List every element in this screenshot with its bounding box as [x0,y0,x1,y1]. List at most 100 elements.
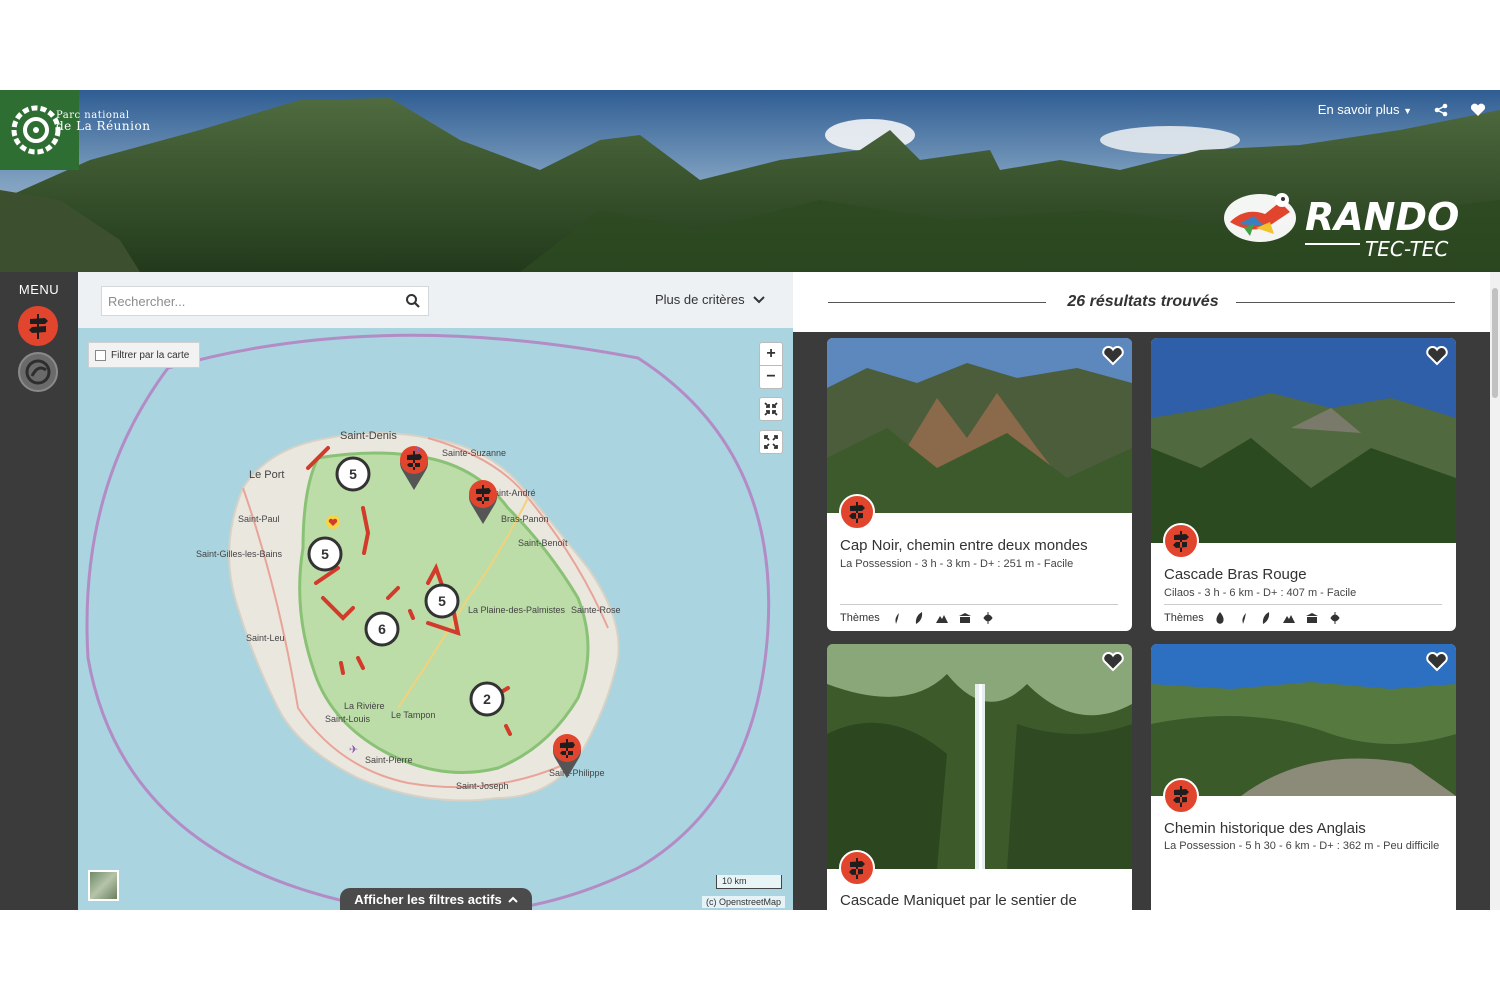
menu-label[interactable]: MENU [0,282,78,297]
header-banner: Parc national de La Réunion En savoir pl… [0,90,1500,272]
search-input[interactable] [101,286,429,316]
chevron-up-icon [507,896,518,903]
map-attribution[interactable]: (c) OpenstreetMap [702,896,786,908]
heart-icon[interactable] [1426,652,1448,672]
place-label: Sainte-Suzanne [442,448,506,458]
heart-icon[interactable] [1102,346,1124,366]
cluster-marker[interactable]: 5 [307,536,343,572]
fauna-icon [1330,612,1340,624]
fit-bounds-button[interactable] [759,397,783,421]
flora-icon [895,613,899,624]
card-themes: Thèmes [1164,611,1342,625]
heart-icon[interactable] [1102,652,1124,672]
place-label: Saint-Philippe [549,768,605,778]
cluster-count: 5 [321,546,329,562]
card-photo [1151,644,1456,796]
more-criteria-dropdown[interactable]: Plus de critères [655,292,765,307]
more-criteria-label: Plus de critères [655,292,745,307]
themes-label: Thèmes [840,612,880,624]
zoom-in-button[interactable]: + [759,342,783,366]
result-card[interactable]: Cascade Bras Rouge Cilaos - 3 h - 6 km -… [1151,338,1456,631]
place-label: Bras-Panon [501,514,549,524]
airport-icon: ✈ [413,445,422,457]
share-icon[interactable] [1434,103,1448,117]
result-card[interactable]: Cascade Maniquet par le sentier de [827,644,1132,910]
card-photo [1151,338,1456,543]
place-label: Saint-Leu [246,633,285,643]
themes-label: Thèmes [1164,612,1204,624]
top-links: En savoir plus ▼ [1318,102,1486,117]
active-filters-toggle[interactable]: Afficher les filtres actifs [340,888,532,910]
expand-arrows-icon [764,435,778,449]
search-icon[interactable] [405,293,421,309]
place-label: Saint-Paul [238,514,280,524]
place-label: Saint-Benoît [518,538,568,548]
card-meta: Cilaos - 3 h - 6 km - D+ : 407 m - Facil… [1164,587,1357,599]
signpost-icon [1173,531,1189,552]
park-name: Parc national de La Réunion [56,110,150,132]
heart-icon[interactable] [1426,346,1448,366]
outdoor-icon[interactable] [18,352,58,392]
card-title[interactable]: Cascade Maniquet par le sentier de [840,892,1077,909]
filter-by-map-label: Filtrer par la carte [111,349,190,361]
result-card[interactable]: Chemin historique des Anglais La Possess… [1151,644,1456,910]
heart-icon[interactable] [1470,103,1486,117]
cluster-marker[interactable]: 6 [364,611,400,647]
cluster-count: 5 [438,593,446,609]
rando-tec-tec-logo[interactable]: RANDO TEC-TEC [1220,182,1495,262]
rando-icon [1163,523,1199,559]
learn-more-label: En savoir plus [1317,102,1400,117]
place-label: Saint-Denis [340,430,397,442]
cluster-marker[interactable]: 5 [424,583,460,619]
place-label: Le Port [249,469,284,481]
card-meta: La Possession - 5 h 30 - 6 km - D+ : 362… [1164,840,1440,852]
park-name-line2: de La Réunion [56,119,151,133]
place-label: Le Tampon [391,710,435,720]
water-drop-icon [1216,612,1224,624]
signpost-icon [849,502,865,523]
card-meta: La Possession - 3 h - 3 km - D+ : 251 m … [840,558,1074,570]
caret-down-icon: ▼ [1403,106,1412,116]
zoom-out-button[interactable]: − [759,365,783,389]
cluster-count: 6 [378,621,386,637]
place-label: Saint-Pierre [365,755,413,765]
scrollbar-thumb[interactable] [1492,288,1498,398]
active-filters-label: Afficher les filtres actifs [354,891,502,907]
card-photo [827,338,1132,513]
place-label: Saint-Gilles-les-Bains [196,549,283,559]
checkbox-icon[interactable] [95,349,106,361]
place-label: Saint-Louis [325,714,371,724]
result-card[interactable]: Cap Noir, chemin entre deux mondes La Po… [827,338,1132,631]
card-title[interactable]: Chemin historique des Anglais [1164,820,1366,837]
place-label: Saint-Joseph [456,781,509,791]
divider [1164,604,1442,605]
chevron-down-icon [752,295,765,303]
cluster-marker[interactable]: 2 [469,681,505,717]
learn-more-dropdown[interactable]: En savoir plus ▼ [1318,102,1412,117]
card-title[interactable]: Cap Noir, chemin entre deux mondes [840,537,1088,554]
fullscreen-button[interactable] [759,430,783,454]
airport-icon: ✈ [349,744,358,756]
results-panel: 26 résultats trouvés Cap Noir, chemin en… [793,272,1500,910]
rando-icon [839,494,875,530]
leaf-icon [1262,612,1269,624]
leaf-icon [915,612,922,624]
scale-bar: 10 km [716,875,782,889]
outdoor-activity-icon [25,359,51,385]
mountain-icon [1282,615,1295,623]
card-title[interactable]: Cascade Bras Rouge [1164,566,1307,583]
signpost-icon [849,858,865,879]
filter-by-map-checkbox[interactable]: Filtrer par la carte [88,342,200,368]
card-themes: Thèmes [840,611,995,625]
rando-icon [839,850,875,886]
layer-switcher-button[interactable] [88,870,119,901]
rando-icon[interactable] [18,306,58,346]
results-header: 26 résultats trouvés [793,272,1500,332]
map-panel: Plus de critères [78,272,793,910]
fauna-icon [983,612,993,624]
heart-marker[interactable] [326,515,340,529]
place-label: Sainte-Rose [571,605,621,615]
map-canvas[interactable]: Saint-Denis Sainte-Suzanne Le Port Saint… [78,328,793,910]
cluster-marker[interactable]: 5 [335,456,371,492]
signpost-icon [1173,786,1189,807]
